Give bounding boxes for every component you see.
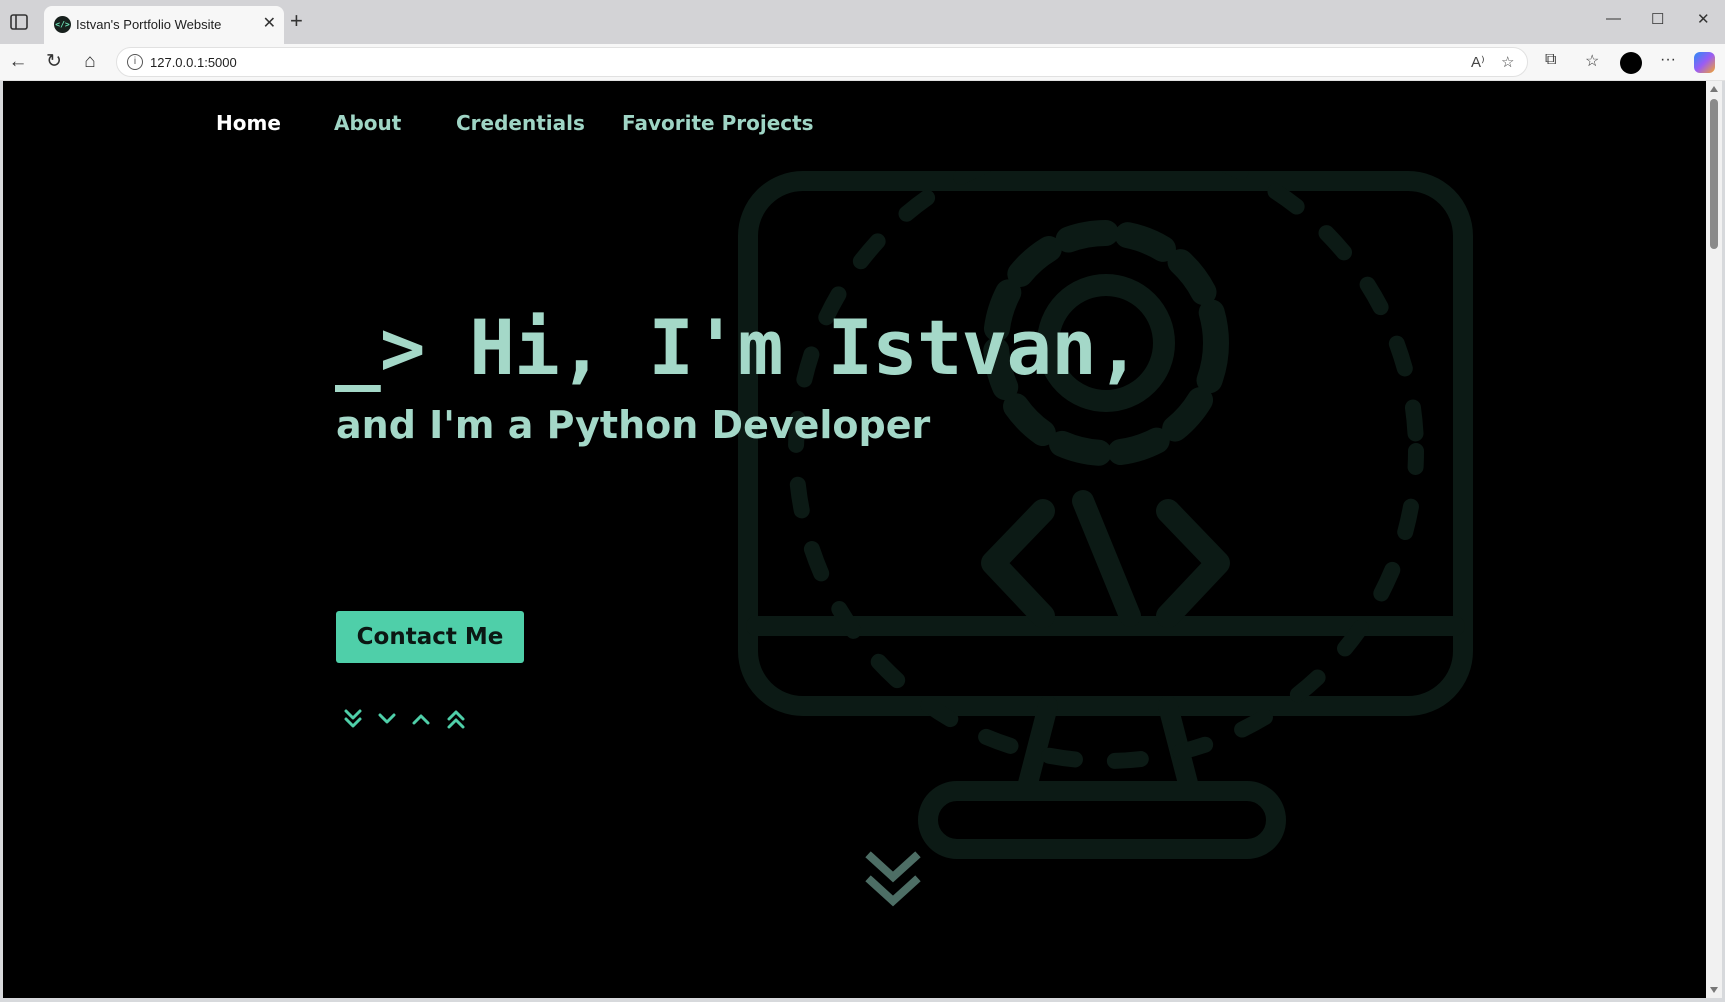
favorites-icon[interactable]: ☆ xyxy=(1585,51,1599,71)
extensions-icon[interactable]: ⧉ xyxy=(1545,51,1556,69)
chevron-down-icon[interactable] xyxy=(377,708,397,730)
back-icon[interactable]: ← xyxy=(6,50,30,74)
hero-title: _> Hi, I'm Istvan, xyxy=(335,303,1142,392)
favicon-icon: </> xyxy=(54,16,71,33)
new-tab-icon[interactable]: + xyxy=(290,10,303,32)
maximize-icon[interactable]: ☐ xyxy=(1651,10,1664,28)
browser-tab-bar: </> Istvan's Portfolio Website ✕ + — ☐ ✕ xyxy=(0,0,1725,44)
address-bar[interactable]: i 127.0.0.1:5000 A⁾ ☆ xyxy=(116,47,1528,77)
scroll-up-arrow-icon[interactable] xyxy=(1710,86,1718,92)
scroll-down-hint-icon[interactable] xyxy=(865,851,921,911)
tab-title: Istvan's Portfolio Website xyxy=(76,17,222,32)
hero-subtitle: and I'm a Python Developer xyxy=(336,403,931,447)
site-info-icon[interactable]: i xyxy=(127,54,143,70)
chevrons-down-icon[interactable] xyxy=(343,708,363,730)
chevron-up-icon[interactable] xyxy=(411,708,431,730)
more-menu-icon[interactable]: ··· xyxy=(1660,51,1676,69)
page-scrollbar[interactable] xyxy=(1706,81,1722,998)
tab-actions-icon[interactable] xyxy=(8,11,30,33)
monitor-gear-code-icon xyxy=(738,171,1473,859)
url-text[interactable]: 127.0.0.1:5000 xyxy=(150,55,237,70)
home-icon[interactable]: ⌂ xyxy=(78,50,102,74)
favorite-star-icon[interactable]: ☆ xyxy=(1501,53,1514,71)
read-aloud-icon[interactable]: A⁾ xyxy=(1471,53,1485,71)
browser-toolbar: ← ↻ ⌂ i 127.0.0.1:5000 A⁾ ☆ ⧉ ☆ ··· xyxy=(0,44,1725,81)
nav-about-link[interactable]: About xyxy=(334,111,401,135)
page-viewport: Home About Credentials Favorite Projects… xyxy=(3,81,1706,998)
close-tab-icon[interactable]: ✕ xyxy=(263,15,276,33)
contact-me-button[interactable]: Contact Me xyxy=(336,611,524,663)
close-window-icon[interactable]: ✕ xyxy=(1697,10,1710,28)
scroll-down-arrow-icon[interactable] xyxy=(1710,987,1718,993)
nav-home-link[interactable]: Home xyxy=(216,111,281,135)
scrollbar-thumb[interactable] xyxy=(1710,99,1718,249)
reload-icon[interactable]: ↻ xyxy=(42,50,66,74)
minimize-icon[interactable]: — xyxy=(1606,10,1621,27)
chevrons-up-icon[interactable] xyxy=(446,708,466,730)
nav-favorite-projects-link[interactable]: Favorite Projects xyxy=(622,111,814,135)
profile-avatar[interactable] xyxy=(1620,52,1642,74)
copilot-icon[interactable] xyxy=(1694,52,1715,73)
browser-tab[interactable]: </> Istvan's Portfolio Website ✕ xyxy=(44,6,284,44)
nav-credentials-link[interactable]: Credentials xyxy=(456,111,585,135)
